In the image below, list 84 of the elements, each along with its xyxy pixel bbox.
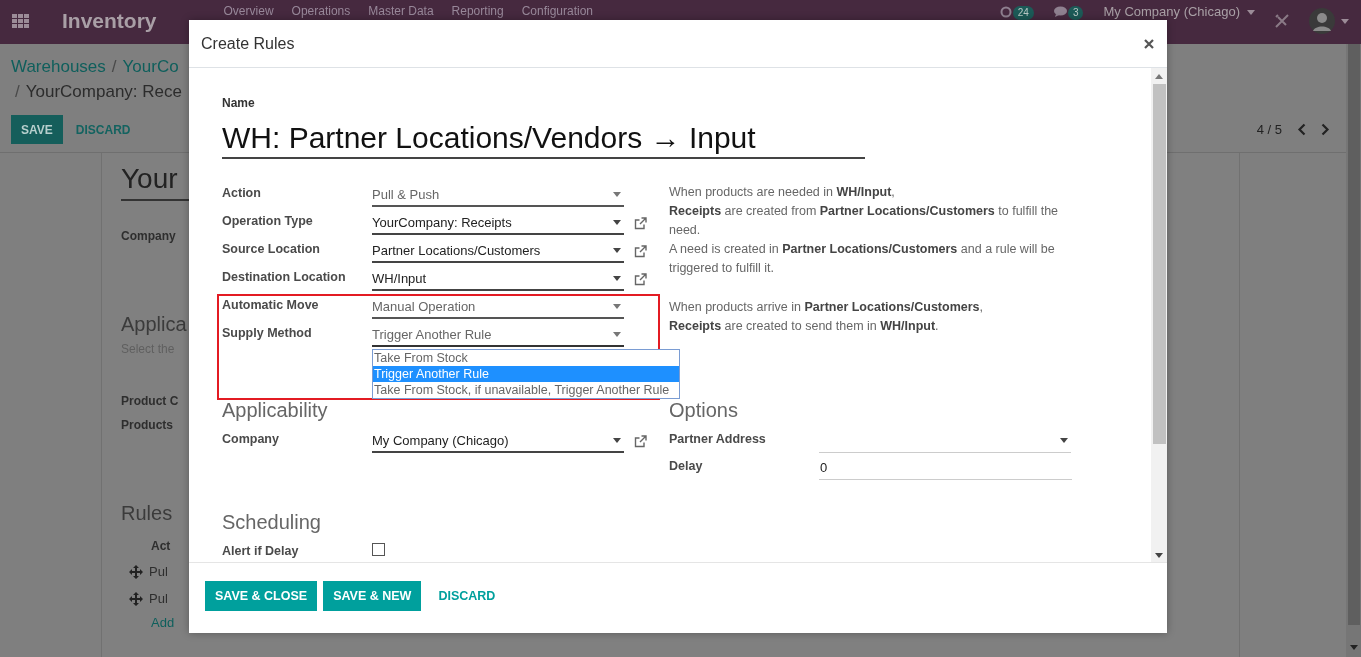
move-handle-icon[interactable] bbox=[129, 591, 143, 606]
section-title: Applicability bbox=[222, 399, 329, 421]
next-icon[interactable] bbox=[1321, 123, 1330, 136]
caret-icon bbox=[1247, 9, 1255, 15]
select-field[interactable]: WH/Input bbox=[372, 267, 624, 291]
section-title: Scheduling bbox=[222, 511, 322, 533]
external-link-icon[interactable] bbox=[634, 217, 647, 230]
caret-icon bbox=[1341, 18, 1349, 24]
select-field[interactable]: Pull & Push bbox=[372, 183, 624, 207]
caret-icon bbox=[613, 247, 621, 253]
field-label: Destination Location bbox=[222, 269, 347, 284]
caret-icon bbox=[613, 275, 621, 281]
external-link-icon[interactable] bbox=[634, 435, 647, 448]
save-button[interactable]: SAVE & CLOSE bbox=[205, 581, 318, 611]
field-label: Partner Address bbox=[669, 431, 767, 446]
external-link-icon[interactable] bbox=[634, 273, 647, 286]
dropdown-option[interactable]: Trigger Another Rule bbox=[373, 366, 679, 382]
menu-item[interactable]: Reporting bbox=[442, 0, 513, 18]
notification-badge: 3 bbox=[1067, 6, 1084, 20]
scroll-up-icon[interactable] bbox=[1155, 74, 1163, 79]
apps-menu-icon[interactable] bbox=[12, 14, 29, 28]
field-label: Name bbox=[222, 96, 256, 110]
menu-item[interactable]: Configuration bbox=[512, 0, 603, 18]
activity-icon[interactable] bbox=[999, 6, 1012, 18]
page-scrollbar[interactable] bbox=[1346, 44, 1361, 657]
description-text: Receipts are created from Partner Locations/Customers to fulfill the need. bbox=[669, 203, 1060, 239]
breadcrumb-separator: / bbox=[111, 56, 117, 78]
select-field[interactable]: Partner Locations/Customers bbox=[372, 239, 624, 263]
dialog-title: Create Rules bbox=[201, 34, 295, 53]
menu-item[interactable]: Operations bbox=[282, 0, 360, 18]
checkbox[interactable] bbox=[372, 543, 385, 556]
section-title: Applica bbox=[121, 313, 187, 336]
caret-icon bbox=[613, 303, 621, 309]
field-label: Product C bbox=[121, 394, 179, 408]
section-title: Options bbox=[669, 399, 739, 421]
field-label: Products bbox=[121, 418, 173, 432]
select-field[interactable]: My Company (Chicago) bbox=[372, 429, 624, 453]
dropdown-option[interactable]: Take From Stock, if unavailable, Trigger Another Rule bbox=[373, 382, 679, 398]
dropdown-option[interactable]: Take From Stock bbox=[373, 350, 679, 366]
select-field[interactable]: Trigger Another Rule bbox=[372, 323, 624, 347]
close-icon[interactable] bbox=[1144, 38, 1154, 49]
table-cell: Pul bbox=[149, 591, 168, 606]
field-label: Delay bbox=[669, 458, 704, 473]
field-label: Supply Method bbox=[222, 325, 313, 340]
field-label: Company bbox=[121, 229, 176, 243]
pager-counter: 4 / 5 bbox=[1256, 122, 1282, 137]
description-text: When products arrive in Partner Locations/Customers, bbox=[669, 299, 984, 316]
table-cell: Pul bbox=[149, 564, 168, 579]
discard-button[interactable]: DISCARD bbox=[427, 589, 507, 603]
company-switcher[interactable]: My Company (Chicago) bbox=[1103, 5, 1240, 19]
breadcrumb-separator: / bbox=[15, 81, 20, 103]
field-label: Company bbox=[222, 431, 280, 446]
scrollbar-thumb[interactable] bbox=[1152, 84, 1166, 444]
caret-icon bbox=[613, 219, 621, 225]
notification-badge: 24 bbox=[1012, 6, 1034, 20]
description-text: Receipts are created to send them in WH/Input. bbox=[669, 318, 940, 335]
description-text: A need is created in Partner Locations/Customers and a rule will be triggered to fulfill it. bbox=[669, 241, 1056, 277]
scroll-down-icon[interactable] bbox=[1155, 553, 1163, 558]
caret-icon bbox=[613, 437, 621, 443]
scroll-down-icon[interactable] bbox=[1349, 645, 1358, 650]
caret-icon bbox=[1060, 438, 1068, 443]
menu-item[interactable]: Master Data bbox=[359, 0, 443, 18]
save-button[interactable]: SAVE & NEW bbox=[323, 581, 422, 611]
external-link-icon[interactable] bbox=[634, 245, 647, 258]
scrollbar-thumb[interactable] bbox=[1347, 44, 1360, 625]
chat-icon[interactable] bbox=[1053, 6, 1067, 17]
field-label: Automatic Move bbox=[222, 297, 320, 312]
column-header: Act bbox=[151, 539, 171, 553]
field-label: Action bbox=[222, 185, 262, 200]
avatar-icon[interactable] bbox=[1309, 8, 1335, 34]
section-title: Rules bbox=[121, 502, 173, 525]
description-text: When products are needed in WH/Input, bbox=[669, 184, 896, 201]
breadcrumb-current: YourCompany: Rece bbox=[25, 81, 182, 103]
app-title: Inventory bbox=[62, 9, 157, 33]
menu-item[interactable]: Overview bbox=[214, 0, 283, 18]
save-button[interactable]: SAVE bbox=[11, 115, 63, 144]
move-handle-icon[interactable] bbox=[129, 564, 143, 579]
field-label: Source Location bbox=[222, 241, 321, 256]
select-field[interactable]: YourCompany: Receipts bbox=[372, 211, 624, 235]
field-label: Operation Type bbox=[222, 213, 314, 228]
previous-icon[interactable] bbox=[1297, 123, 1306, 136]
caret-icon bbox=[613, 191, 621, 197]
caret-icon bbox=[613, 331, 621, 337]
field-label: Alert if Delay bbox=[222, 543, 300, 558]
